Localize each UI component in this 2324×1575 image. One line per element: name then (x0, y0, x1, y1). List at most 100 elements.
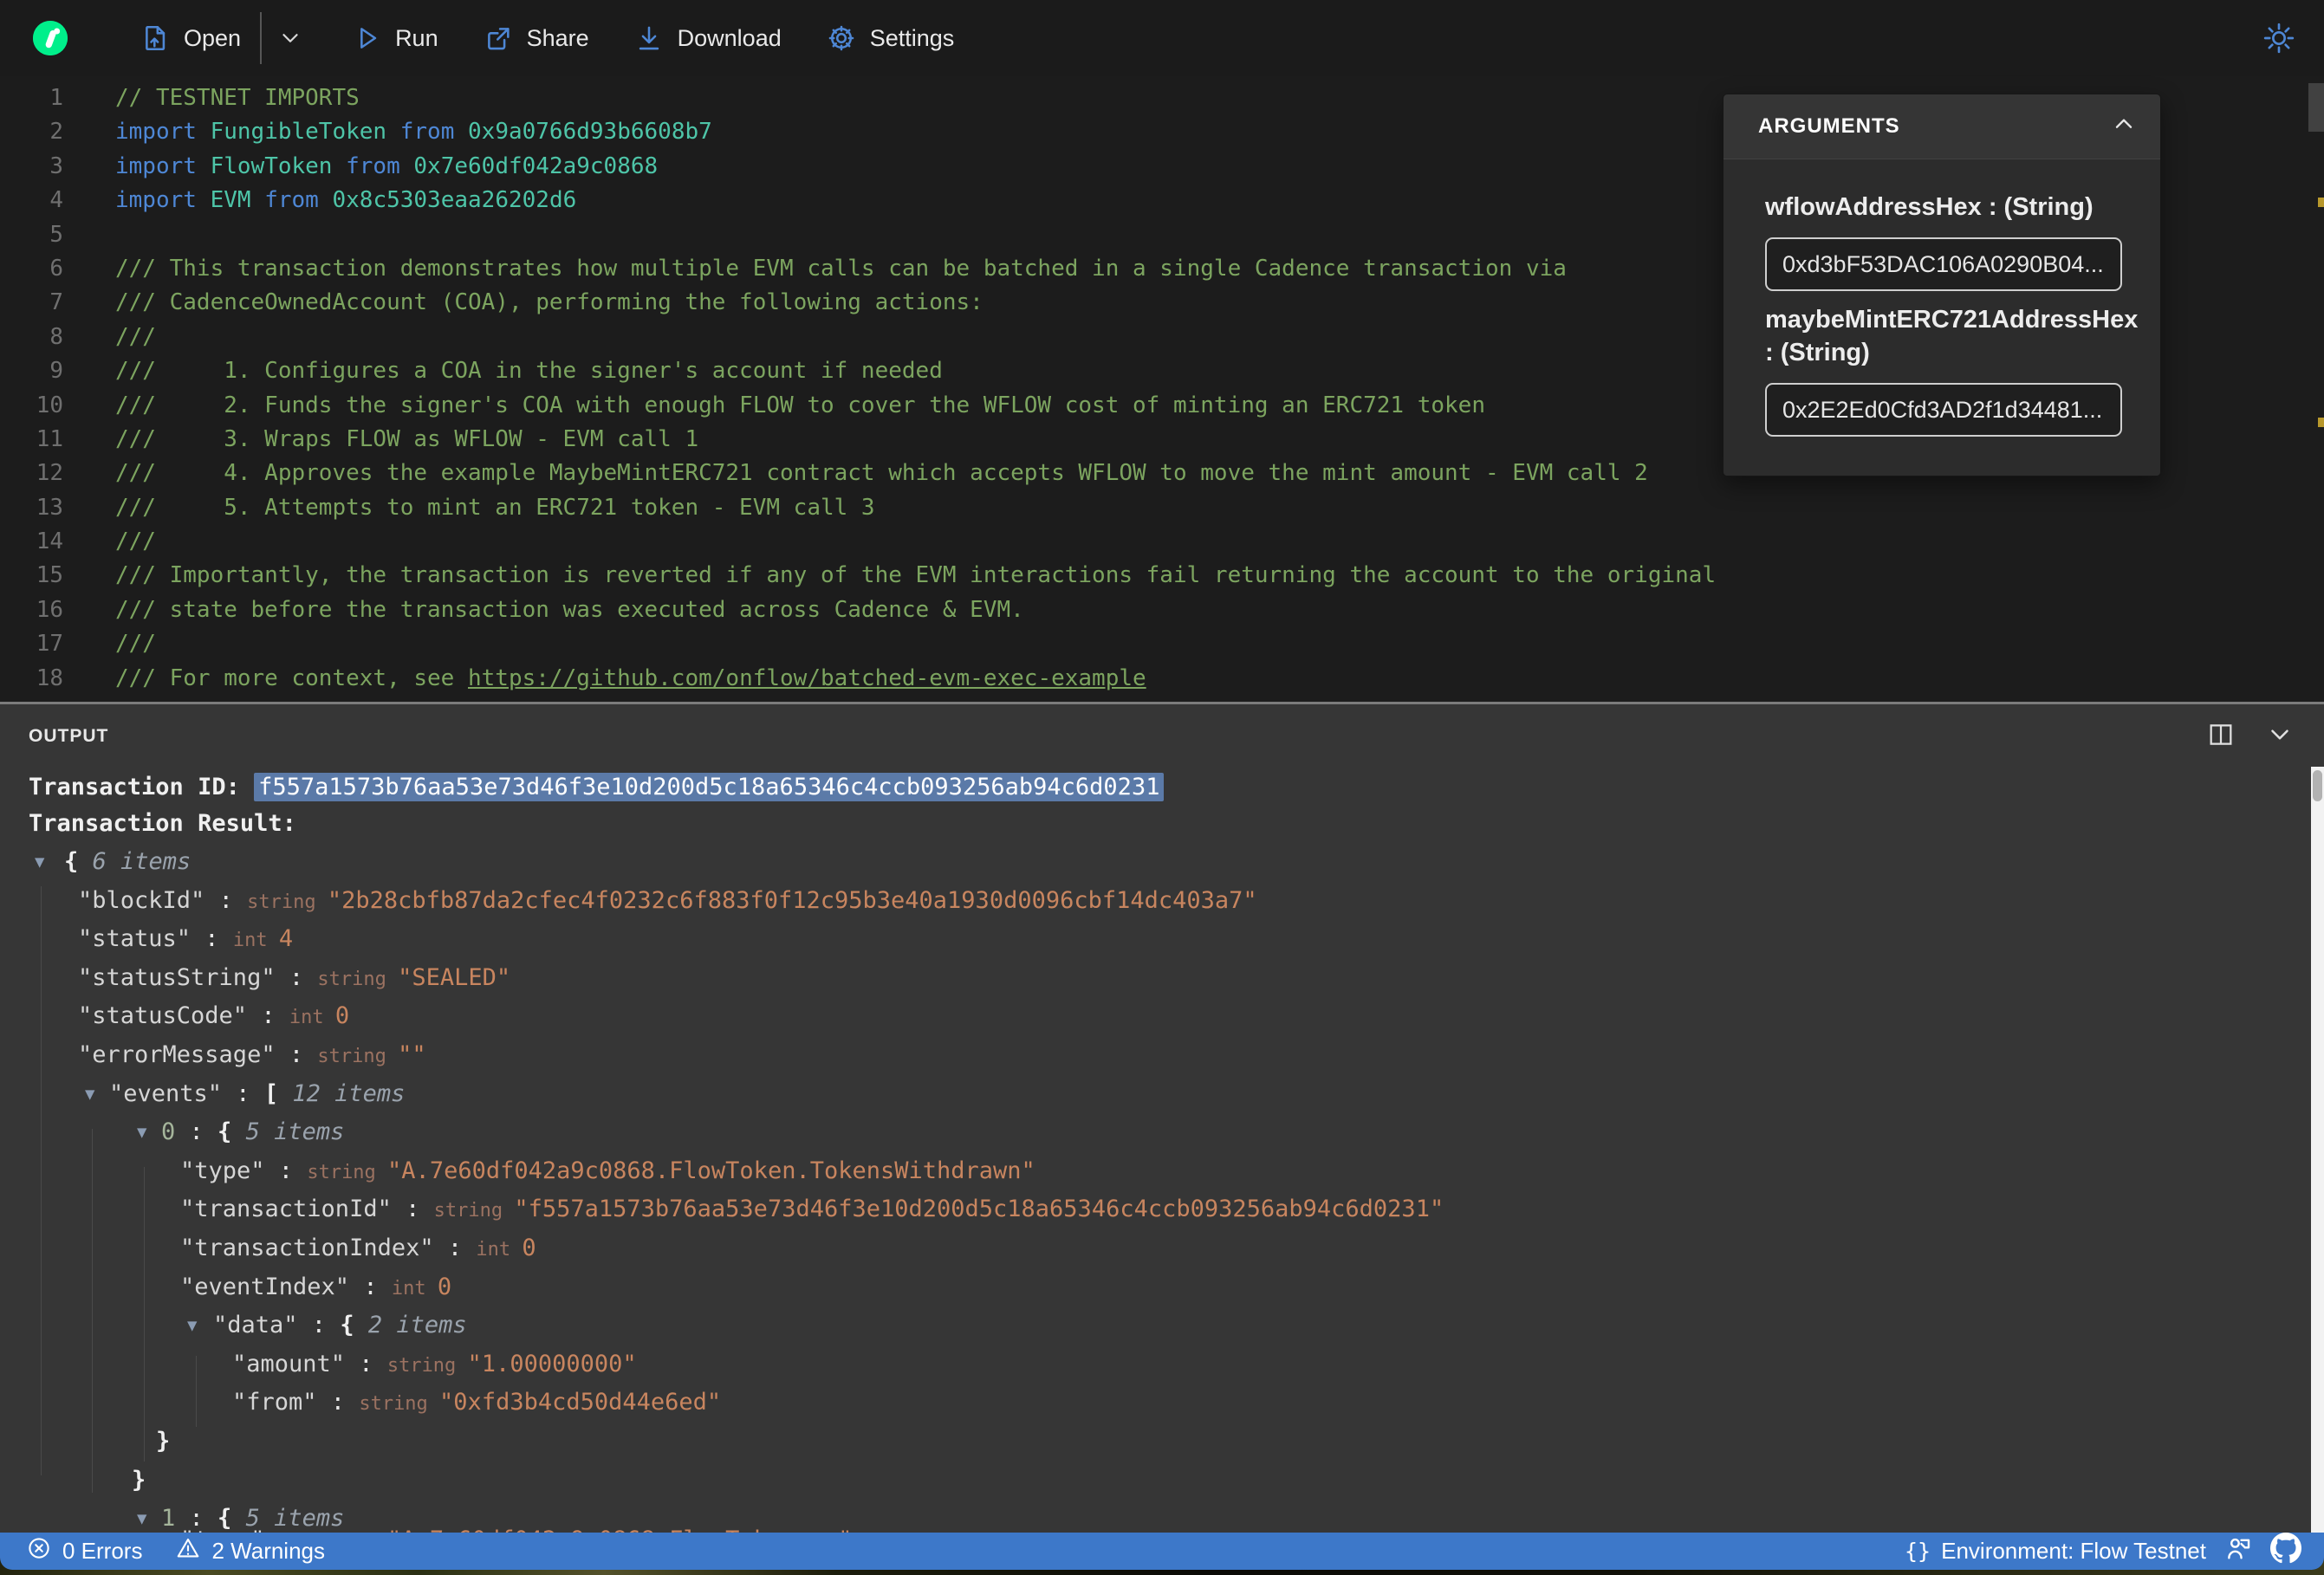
line-number: 6 (49, 255, 63, 282)
argument-input-wflow[interactable] (1765, 237, 2122, 291)
errors-label: 0 Errors (62, 1538, 143, 1564)
error-circle-icon (26, 1535, 52, 1567)
json-row[interactable]: "transactionIndex" : int 0 (180, 1229, 536, 1267)
json-row[interactable]: ▼ "data" : { 2 items (187, 1306, 467, 1345)
gear-icon (827, 23, 856, 53)
json-row[interactable]: } (132, 1462, 146, 1500)
json-type: int (232, 930, 279, 952)
feedback-person-icon[interactable] (2223, 1533, 2253, 1569)
github-icon[interactable] (2270, 1533, 2301, 1570)
share-button[interactable]: Share (484, 23, 589, 53)
json-items-count: 5 items (231, 1118, 345, 1146)
argument-input-maybemint[interactable] (1765, 383, 2122, 437)
line-number: 15 (36, 562, 63, 589)
arguments-panel: ARGUMENTS wflowAddressHex : (String) may… (1723, 94, 2161, 476)
output-scrollbar-thumb[interactable] (2313, 770, 2322, 801)
arguments-panel-header[interactable]: ARGUMENTS (1724, 94, 2160, 159)
json-key: "status" (78, 925, 192, 953)
run-label: Run (395, 24, 438, 51)
warnings-status[interactable]: 2 Warnings (175, 1535, 325, 1567)
warning-triangle-icon (175, 1535, 201, 1567)
line-number: 5 (49, 221, 63, 248)
json-value: 0 (522, 1235, 536, 1261)
warning-ruler-mark (2318, 418, 2324, 427)
code-line: 15/// Importantly, the transaction is re… (0, 559, 2289, 593)
json-value: "f557a1573b76aa53e73d46f3e10d200d5c18a65… (514, 1196, 1444, 1223)
json-value: "1.00000000" (467, 1350, 637, 1377)
open-dropdown-button[interactable] (277, 25, 303, 51)
json-row[interactable]: ▼{ 6 items (35, 843, 191, 881)
chevron-up-icon[interactable] (2110, 111, 2138, 143)
json-key: "type" (180, 1526, 265, 1533)
code-line: 14/// (0, 525, 2289, 559)
code-line: 17/// (0, 627, 2289, 661)
run-play-icon (352, 23, 381, 53)
json-row[interactable]: ▼ "events" : [ 12 items (85, 1075, 405, 1113)
json-type: string (317, 1046, 399, 1067)
argument-label: maybeMintERC721AddressHex : (String) (1765, 306, 2139, 366)
collapse-arrow-icon[interactable]: ▼ (187, 1306, 213, 1345)
json-type: string (433, 1200, 515, 1222)
line-number: 16 (36, 596, 63, 623)
json-key: "statusCode" (78, 1002, 248, 1030)
json-items-count: 2 items (354, 1312, 467, 1339)
json-row[interactable]: "statusCode" : int 0 (78, 997, 349, 1035)
json-value: "2b28cbfb87da2cfec4f0232c6f883f0f12c95b3… (327, 886, 1257, 914)
toolbar-divider (260, 12, 263, 64)
json-value: 0 (437, 1273, 452, 1300)
open-label: Open (184, 24, 242, 51)
theme-toggle-button[interactable] (2262, 21, 2296, 60)
line-number: 10 (36, 392, 63, 418)
json-row[interactable]: } (156, 1423, 170, 1461)
settings-button[interactable]: Settings (827, 23, 955, 53)
json-key: "transactionIndex" (180, 1235, 434, 1261)
warnings-label: 2 Warnings (211, 1538, 326, 1564)
json-key: "events" (109, 1079, 223, 1107)
output-panel: OUTPUT Transaction ID: f557a1573b76aa53e… (0, 702, 2324, 1533)
json-row[interactable]: "transactionId" : string "f557a1573b76aa… (180, 1190, 1444, 1228)
collapse-arrow-icon[interactable]: ▼ (35, 843, 64, 881)
json-type: string (247, 891, 328, 913)
clipped-json-row: "type" : string "A.7e60df042a9c0868.Flow… (0, 1526, 2253, 1533)
json-key: "amount" (232, 1350, 346, 1377)
environment-status[interactable]: {} Environment: Flow Testnet (1905, 1538, 2206, 1565)
json-key: "transactionId" (180, 1196, 392, 1223)
open-button[interactable]: Open (140, 23, 241, 53)
errors-status[interactable]: 0 Errors (26, 1535, 142, 1567)
line-number: 11 (36, 425, 63, 452)
json-row[interactable]: "amount" : string "1.00000000" (232, 1345, 637, 1384)
json-items-count: 12 items (278, 1079, 406, 1107)
json-items-count: 6 items (78, 848, 192, 875)
line-number: 8 (49, 323, 63, 350)
environment-label: Environment: Flow Testnet (1941, 1538, 2206, 1564)
collapse-arrow-icon[interactable]: ▼ (137, 1113, 161, 1151)
json-type: string (317, 968, 399, 990)
flow-logo-icon (33, 21, 68, 55)
output-scrollbar-track[interactable] (2311, 767, 2324, 1533)
json-value: "0xfd3b4cd50d44e6ed" (439, 1389, 722, 1416)
collapse-arrow-icon[interactable]: ▼ (85, 1075, 109, 1113)
code-link[interactable]: https://github.com/onflow/batched-evm-ex… (468, 665, 1146, 691)
json-row[interactable]: "status" : int 4 (78, 920, 293, 958)
settings-label: Settings (869, 24, 955, 51)
json-row[interactable]: "type" : string "A.7e60df042a9c0868.Flow… (180, 1152, 1035, 1190)
line-number: 18 (36, 664, 63, 691)
download-button[interactable]: Download (634, 23, 782, 53)
json-row[interactable]: "from" : string "0xfd3b4cd50d44e6ed" (232, 1384, 721, 1422)
json-row[interactable]: ▼ 0 : { 5 items (137, 1113, 344, 1151)
editor-scrollbar-thumb[interactable] (2308, 83, 2324, 132)
json-index: 0 (161, 1118, 176, 1146)
json-row[interactable]: "blockId" : string "2b28cbfb87da2cfec4f0… (78, 882, 1257, 920)
json-type: string (386, 1354, 468, 1377)
line-number: 12 (36, 460, 63, 487)
json-value: 4 (278, 925, 294, 953)
argument-label: wflowAddressHex : (String) (1765, 193, 2094, 221)
share-icon (484, 23, 513, 53)
json-row[interactable]: "statusString" : string "SEALED" (78, 959, 510, 997)
json-row[interactable]: "eventIndex" : int 0 (180, 1268, 451, 1306)
chevron-down-icon (277, 25, 303, 51)
line-number: 3 (49, 152, 63, 179)
json-row[interactable]: "errorMessage" : string "" (78, 1036, 426, 1074)
line-number: 4 (49, 187, 63, 214)
run-button[interactable]: Run (352, 23, 438, 53)
